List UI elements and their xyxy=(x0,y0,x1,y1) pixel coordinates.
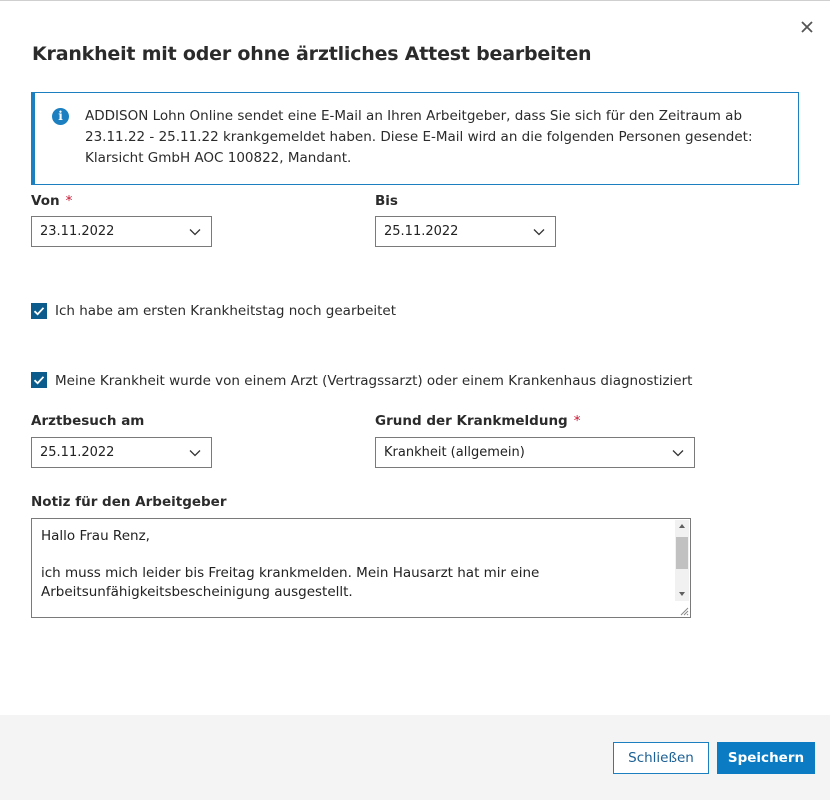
dialog-footer: Schließen Speichern xyxy=(0,715,830,800)
chevron-down-icon xyxy=(672,450,684,457)
grund-value: Krankheit (allgemein) xyxy=(384,445,525,460)
bis-date-value: 25.11.2022 xyxy=(384,224,459,239)
notiz-text: Hallo Frau Renz, ich muss mich leider bi… xyxy=(41,528,540,600)
notiz-label: Notiz für den Arbeitgeber xyxy=(31,494,227,510)
arztbesuch-label: Arztbesuch am xyxy=(31,413,144,429)
chevron-down-icon xyxy=(533,229,545,236)
required-marker: * xyxy=(573,413,581,429)
diagnosed-label[interactable]: Meine Krankheit wurde von einem Arzt (Ve… xyxy=(55,373,692,389)
von-date-select[interactable]: 23.11.2022 xyxy=(31,216,212,247)
checkmark-icon xyxy=(33,307,45,316)
von-date-value: 23.11.2022 xyxy=(40,224,115,239)
info-text: ADDISON Lohn Online sendet eine E-Mail a… xyxy=(85,108,753,166)
info-banner: i ADDISON Lohn Online sendet eine E-Mail… xyxy=(31,92,799,185)
scroll-thumb[interactable] xyxy=(676,537,688,569)
bis-label: Bis xyxy=(375,193,398,209)
scroll-up-arrow-icon[interactable] xyxy=(679,524,685,528)
close-icon[interactable] xyxy=(797,17,817,37)
grund-select[interactable]: Krankheit (allgemein) xyxy=(375,437,695,468)
required-marker: * xyxy=(65,193,73,209)
first-day-worked-checkbox[interactable] xyxy=(31,303,47,319)
von-label-text: Von xyxy=(31,193,60,209)
dialog-title: Krankheit mit oder ohne ärztliches Attes… xyxy=(32,43,592,65)
diagnosed-checkbox[interactable] xyxy=(31,372,47,388)
textarea-scrollbar[interactable] xyxy=(675,520,689,601)
arztbesuch-date-select[interactable]: 25.11.2022 xyxy=(31,437,212,468)
notiz-textarea[interactable]: Hallo Frau Renz, ich muss mich leider bi… xyxy=(31,518,691,618)
bis-date-select[interactable]: 25.11.2022 xyxy=(375,216,556,247)
edit-sick-leave-dialog: Krankheit mit oder ohne ärztliches Attes… xyxy=(0,0,830,800)
first-day-worked-label[interactable]: Ich habe am ersten Krankheitstag noch ge… xyxy=(55,303,396,319)
close-button[interactable]: Schließen xyxy=(613,742,709,774)
arztbesuch-date-value: 25.11.2022 xyxy=(40,445,115,460)
grund-label-text: Grund der Krankmeldung xyxy=(375,413,568,429)
von-label: Von * xyxy=(31,193,72,209)
bis-label-text: Bis xyxy=(375,193,398,209)
chevron-down-icon xyxy=(189,229,201,236)
arztbesuch-label-text: Arztbesuch am xyxy=(31,413,145,429)
info-icon: i xyxy=(52,108,69,125)
scroll-down-arrow-icon[interactable] xyxy=(679,592,685,596)
resize-grip-icon[interactable] xyxy=(677,604,689,616)
save-button[interactable]: Speichern xyxy=(717,742,815,774)
grund-label: Grund der Krankmeldung * xyxy=(375,413,580,429)
chevron-down-icon xyxy=(189,450,201,457)
notiz-label-text: Notiz für den Arbeitgeber xyxy=(31,494,227,510)
checkmark-icon xyxy=(33,376,45,385)
